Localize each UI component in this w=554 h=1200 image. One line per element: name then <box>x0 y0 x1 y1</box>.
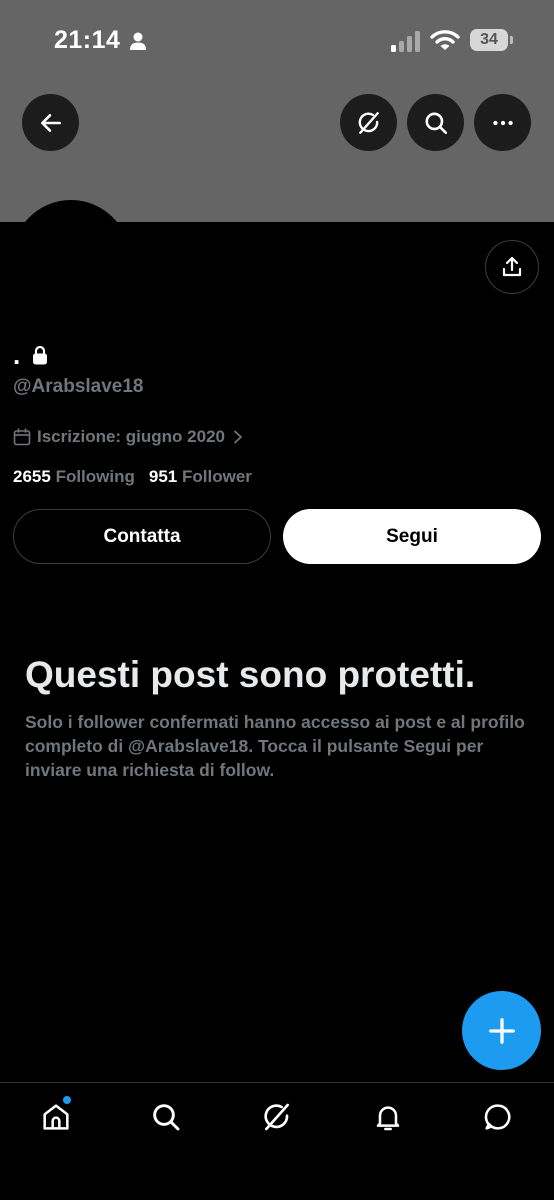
contact-button[interactable]: Contatta <box>13 509 271 564</box>
battery-icon: 34 <box>470 29 514 51</box>
following-link[interactable]: 2655 Following <box>13 467 135 486</box>
grok-icon <box>358 111 379 134</box>
messages-icon <box>484 1104 511 1130</box>
notifications-icon <box>376 1106 400 1131</box>
plus-icon <box>488 1017 515 1044</box>
nav-grok[interactable] <box>260 1100 294 1134</box>
share-icon <box>502 256 522 277</box>
nav-messages[interactable] <box>481 1100 515 1134</box>
following-count: 2655 <box>13 467 51 486</box>
following-label: Following <box>55 467 135 486</box>
status-time: 21:14 <box>54 26 121 54</box>
person-icon <box>130 32 146 50</box>
more-icon <box>492 120 513 125</box>
follow-stats: 2655 Following 951 Follower <box>13 467 252 487</box>
followers-count: 951 <box>148 467 178 486</box>
home-icon <box>43 1104 69 1130</box>
bottom-nav <box>0 1082 554 1200</box>
more-button[interactable] <box>474 94 531 151</box>
search-icon <box>424 111 447 134</box>
avatar[interactable] <box>12 200 130 318</box>
calendar-icon <box>13 428 31 446</box>
profile-handle: @Arabslave18 <box>13 376 144 397</box>
followers-link[interactable]: 951 Follower <box>149 467 252 486</box>
battery-level: 34 <box>480 31 498 48</box>
grok-icon <box>264 1103 289 1131</box>
nav-notifications[interactable] <box>371 1100 405 1134</box>
followers-label: Follower <box>182 467 252 486</box>
joined-label: Iscrizione: giugno 2020 <box>37 427 225 446</box>
wifi-icon <box>430 30 460 50</box>
compose-button[interactable] <box>462 991 541 1070</box>
lock-icon <box>33 345 47 365</box>
search-button[interactable] <box>407 94 464 151</box>
chevron-right-icon <box>234 430 242 444</box>
nav-search[interactable] <box>149 1100 183 1134</box>
status-bar: 21:14 34 <box>0 0 554 80</box>
back-button[interactable] <box>22 94 79 151</box>
cellular-signal-icon <box>391 31 420 52</box>
follow-button[interactable]: Segui <box>283 509 541 564</box>
joined-date[interactable]: Iscrizione: giugno 2020 <box>13 425 244 449</box>
home-notification-dot <box>63 1096 71 1104</box>
display-name: . <box>13 340 21 370</box>
nav-home[interactable] <box>39 1100 73 1134</box>
protected-description: Solo i follower confermati hanno accesso… <box>25 712 525 780</box>
search-icon <box>153 1104 180 1131</box>
share-button[interactable] <box>485 240 539 294</box>
protected-title: Questi post sono protetti. <box>25 654 476 695</box>
grok-button[interactable] <box>340 94 397 151</box>
back-arrow-icon <box>40 113 61 132</box>
